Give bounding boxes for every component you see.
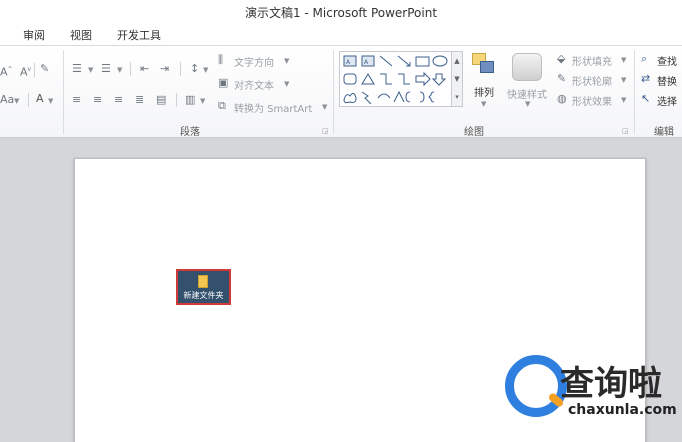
chevron-down-icon[interactable]: ▼ <box>481 100 486 108</box>
chevron-down-icon[interactable]: ▼ <box>322 103 327 111</box>
tab-review[interactable]: 审阅 <box>23 27 45 43</box>
align-center-icon[interactable]: ≡ <box>93 94 102 106</box>
clear-format-icon[interactable]: ✎ <box>40 63 49 75</box>
divider <box>34 63 35 77</box>
chevron-down-icon[interactable]: ▼ <box>14 97 19 105</box>
group-separator <box>634 50 635 134</box>
tab-developer[interactable]: 开发工具 <box>117 27 161 43</box>
paragraph-group-label: 段落 <box>180 127 200 138</box>
divider <box>176 93 177 107</box>
pen-icon[interactable]: ✎ <box>557 73 566 85</box>
shapes-gallery-scroll[interactable]: ▲ ▼ ▾ <box>452 51 463 107</box>
shape-effects-button[interactable]: 形状效果 <box>572 93 612 108</box>
shapes-gallery: A A <box>339 51 452 107</box>
folder-caption: 新建文件夹 <box>183 291 224 300</box>
select-button[interactable]: 选择 <box>657 93 677 108</box>
folder-icon <box>198 275 208 288</box>
quick-styles-button[interactable]: 快速样式 <box>507 86 547 101</box>
distributed-icon[interactable]: ▤ <box>156 94 166 106</box>
font-size-decrease-icon[interactable]: Av <box>20 64 31 79</box>
watermark-text: 查询啦 <box>560 364 662 404</box>
columns-icon[interactable]: ▥ <box>185 94 195 106</box>
chevron-down-icon[interactable]: ▼ <box>525 100 530 108</box>
group-separator <box>63 50 64 134</box>
font-size-increase-icon[interactable]: A^ <box>0 64 13 79</box>
align-text-button[interactable]: 对齐文本 <box>234 77 274 92</box>
align-right-icon[interactable]: ≡ <box>114 94 123 106</box>
replace-icon[interactable]: ⇄ <box>641 73 650 85</box>
group-separator <box>333 50 334 134</box>
chevron-down-icon[interactable]: ▼ <box>452 70 462 88</box>
chevron-down-icon[interactable]: ▼ <box>621 96 626 104</box>
shape-fill-button[interactable]: 形状填充 <box>572 53 612 68</box>
dialog-launcher-icon[interactable]: ◲ <box>622 127 629 135</box>
tab-view[interactable]: 视图 <box>70 27 92 43</box>
bullets-icon[interactable]: ☰ <box>72 63 82 75</box>
chevron-down-icon[interactable]: ▼ <box>88 66 93 74</box>
decrease-indent-icon[interactable]: ⇤ <box>140 63 149 75</box>
justify-icon[interactable]: ≣ <box>135 94 144 106</box>
title-bar: 演示文稿1 - Microsoft PowerPoint <box>0 0 682 24</box>
chevron-down-icon[interactable]: ▼ <box>621 76 626 84</box>
dialog-launcher-icon[interactable]: ◲ <box>322 127 329 135</box>
divider <box>28 93 29 107</box>
editing-group-label: 编辑 <box>654 127 674 138</box>
shape-effects-icon[interactable]: ◍ <box>557 93 567 105</box>
drawing-group-label: 绘图 <box>464 127 484 138</box>
align-text-icon[interactable]: ▣ <box>218 77 228 89</box>
shape-outline-button[interactable]: 形状轮廓 <box>572 73 612 88</box>
chevron-down-icon[interactable]: ▼ <box>48 97 53 105</box>
align-left-icon[interactable]: ≡ <box>72 94 81 106</box>
chevron-down-icon[interactable]: ▼ <box>200 97 205 105</box>
cursor-icon[interactable]: ↖ <box>641 93 650 105</box>
watermark-url: chaxunla.com <box>568 402 677 418</box>
divider <box>130 62 131 76</box>
chevron-down-icon[interactable]: ▼ <box>284 57 289 65</box>
line-spacing-icon[interactable]: ↕ <box>190 63 199 75</box>
window-title: 演示文稿1 - Microsoft PowerPoint <box>244 6 438 20</box>
smartart-icon[interactable]: ⧉ <box>218 100 226 112</box>
binoculars-icon[interactable]: ⌕ <box>641 53 647 65</box>
folder-picture[interactable]: 新建文件夹 <box>176 269 231 305</box>
text-direction-icon[interactable]: ⫼ <box>218 54 223 66</box>
watermark-logo-icon <box>505 355 567 417</box>
chevron-down-icon[interactable]: ▼ <box>117 66 122 74</box>
replace-button[interactable]: 替换 <box>657 73 677 88</box>
quick-styles-icon[interactable] <box>512 53 542 81</box>
increase-indent-icon[interactable]: ⇥ <box>160 63 169 75</box>
chevron-down-icon[interactable]: ▼ <box>284 80 289 88</box>
ribbon-tabs: 审阅 视图 开发工具 <box>0 24 682 46</box>
text-direction-button[interactable]: 文字方向 <box>234 54 274 69</box>
arrange-button[interactable]: 排列 <box>474 84 494 99</box>
arrange-icon[interactable] <box>472 53 496 77</box>
font-color-icon[interactable]: A <box>36 93 44 105</box>
chevron-down-icon[interactable]: ▼ <box>621 56 626 64</box>
find-button[interactable]: 查找 <box>657 53 677 68</box>
divider <box>180 62 181 76</box>
change-case-icon[interactable]: Aa <box>0 94 14 106</box>
paint-bucket-icon[interactable]: ⬙ <box>557 53 565 65</box>
chevron-up-icon[interactable]: ▲ <box>452 52 462 70</box>
more-icon[interactable]: ▾ <box>452 88 462 106</box>
numbering-icon[interactable]: ☰ <box>101 63 111 75</box>
shapes-gallery-icons[interactable]: A A <box>340 52 453 108</box>
chevron-down-icon[interactable]: ▼ <box>203 66 208 74</box>
convert-smartart-button[interactable]: 转换为 SmartArt <box>234 100 312 115</box>
